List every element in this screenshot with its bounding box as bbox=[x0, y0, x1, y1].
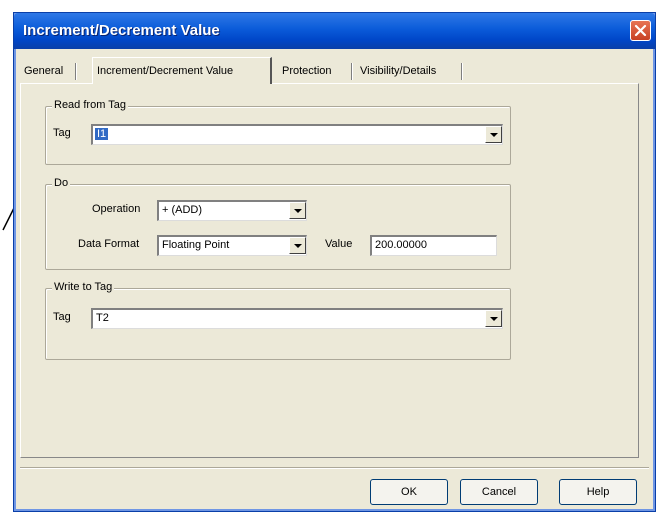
operation-dropdown-button[interactable] bbox=[289, 202, 306, 219]
operation-label: Operation bbox=[92, 203, 141, 215]
tab-separator bbox=[75, 63, 77, 80]
value-input[interactable]: 200.00000 bbox=[370, 235, 497, 256]
read-tag-combo[interactable]: I1 bbox=[91, 124, 503, 145]
tab-strip: General Increment/Decrement Value Protec… bbox=[20, 57, 649, 84]
read-from-tag-legend: Read from Tag bbox=[52, 99, 128, 111]
chevron-down-icon bbox=[490, 317, 498, 321]
cancel-button[interactable]: Cancel bbox=[460, 479, 538, 505]
chevron-down-icon bbox=[294, 209, 302, 213]
write-tag-dropdown-button[interactable] bbox=[485, 310, 502, 327]
operation-value: + (ADD) bbox=[162, 204, 203, 216]
read-tag-value: I1 bbox=[95, 128, 109, 140]
write-tag-label: Tag bbox=[53, 311, 71, 323]
help-button[interactable]: Help bbox=[559, 479, 637, 505]
close-button[interactable] bbox=[630, 20, 651, 41]
data-format-label: Data Format bbox=[78, 238, 140, 250]
tab-protection[interactable]: Protection bbox=[278, 60, 336, 82]
operation-combo[interactable]: + (ADD) bbox=[157, 200, 307, 221]
tab-general[interactable]: General bbox=[20, 60, 67, 82]
write-tag-combo[interactable]: T2 bbox=[91, 308, 503, 329]
chevron-down-icon bbox=[294, 244, 302, 248]
data-format-combo[interactable]: Floating Point bbox=[157, 235, 307, 256]
close-icon bbox=[634, 24, 647, 37]
tab-page: Read from Tag Tag I1 Do Operation + (ADD… bbox=[20, 83, 639, 458]
value-label: Value bbox=[325, 238, 353, 250]
footer-divider bbox=[20, 467, 649, 469]
read-tag-label: Tag bbox=[53, 127, 71, 139]
write-to-tag-legend: Write to Tag bbox=[52, 281, 115, 293]
read-tag-dropdown-button[interactable] bbox=[485, 126, 502, 143]
tab-separator bbox=[351, 63, 353, 80]
write-tag-value: T2 bbox=[96, 312, 109, 324]
tab-separator bbox=[461, 63, 463, 80]
data-format-value: Floating Point bbox=[162, 239, 230, 251]
chevron-down-icon bbox=[490, 133, 498, 137]
do-legend: Do bbox=[52, 177, 71, 189]
title-bar[interactable]: Increment/Decrement Value bbox=[14, 13, 655, 49]
value-input-text: 200.00000 bbox=[375, 239, 427, 251]
tab-visibility-details[interactable]: Visibility/Details bbox=[356, 60, 440, 82]
data-format-dropdown-button[interactable] bbox=[289, 237, 306, 254]
write-to-tag-group: Write to Tag Tag T2 bbox=[45, 281, 511, 360]
do-group: Do Operation + (ADD) Data Format Floatin… bbox=[45, 177, 511, 270]
read-from-tag-group: Read from Tag Tag I1 bbox=[45, 99, 511, 165]
ok-button[interactable]: OK bbox=[370, 479, 448, 505]
window-title: Increment/Decrement Value bbox=[23, 22, 220, 39]
tab-increment-decrement-value[interactable]: Increment/Decrement Value bbox=[92, 57, 272, 84]
dialog-window: Increment/Decrement Value General Increm… bbox=[13, 12, 656, 512]
